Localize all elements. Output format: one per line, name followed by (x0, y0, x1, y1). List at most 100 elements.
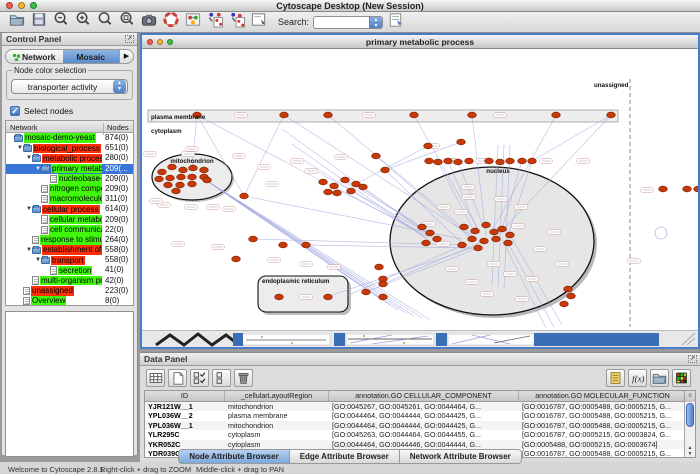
table-row[interactable]: YLR295Ccytoplasm[GO:0045263, GO:0044464,… (145, 430, 695, 440)
tree-row[interactable]: cellular metabol209(0) (6, 215, 133, 225)
network-node[interactable] (496, 159, 505, 165)
open-session-icon[interactable] (8, 11, 26, 28)
network-node[interactable] (189, 165, 198, 171)
network-node[interactable] (454, 159, 463, 165)
network-node[interactable] (468, 112, 477, 118)
network-node[interactable] (465, 158, 474, 164)
network-node[interactable] (506, 232, 515, 238)
network-node[interactable] (176, 182, 185, 188)
network-node[interactable] (607, 112, 616, 118)
tree-row[interactable]: nitrogen compo209(0) (6, 184, 133, 194)
tree-row[interactable]: ▼biological_process651(0) (6, 143, 133, 153)
network-node[interactable] (410, 112, 419, 118)
help-icon[interactable] (162, 11, 180, 28)
import-attributes-icon[interactable] (606, 369, 625, 387)
network-node[interactable] (504, 240, 513, 246)
tree-row[interactable]: ▼cellular process614(0) (6, 204, 133, 214)
zoom-out-icon[interactable] (52, 11, 70, 28)
network-node[interactable] (418, 224, 427, 230)
network-node[interactable] (324, 189, 333, 195)
float-panel-icon[interactable] (125, 35, 134, 43)
edge[interactable] (302, 159, 425, 237)
network-node[interactable] (379, 281, 388, 287)
snapshot-icon[interactable] (140, 11, 158, 28)
edge[interactable] (284, 115, 470, 235)
network-node[interactable] (179, 167, 188, 173)
network-node[interactable] (203, 177, 212, 183)
network-node[interactable] (480, 238, 489, 244)
float-panel-icon[interactable] (688, 355, 697, 363)
network-node[interactable] (422, 240, 431, 246)
tree-row[interactable]: ▼metabolic process280(0) (6, 153, 133, 163)
network-node[interactable] (560, 301, 569, 307)
annotation-icon[interactable] (250, 11, 268, 28)
network-node[interactable] (457, 139, 466, 145)
edge[interactable] (292, 144, 428, 240)
tab-network-attribute-browser[interactable]: Network Attribute Browser (400, 449, 522, 464)
net-minimize-button[interactable] (157, 39, 163, 45)
minimize-button[interactable] (18, 2, 25, 9)
table-row[interactable]: YJR121W__1mitochondrion[GO:0045267, GO:0… (145, 402, 695, 412)
network-window-titlebar[interactable]: primary metabolic process (142, 35, 698, 49)
network-node[interactable] (302, 242, 311, 248)
tab-node-attribute-browser[interactable]: Node Attribute Browser (178, 449, 290, 464)
vizmapper-icon[interactable] (184, 11, 202, 28)
table-row[interactable]: YPL036W__2plasma membrane[GO:0044464, GO… (145, 411, 695, 421)
network-node[interactable] (434, 159, 443, 165)
network-node[interactable] (275, 294, 284, 300)
color-attribute-dropdown[interactable]: transporter activity ▲▼ (11, 79, 128, 94)
background-window-titlebar[interactable] (334, 333, 345, 346)
zoom-in-icon[interactable] (74, 11, 92, 28)
network-node[interactable] (518, 158, 527, 164)
network-node[interactable] (381, 167, 390, 173)
column-header[interactable]: _cellularLayoutRegion (225, 391, 329, 401)
network-node[interactable] (375, 264, 384, 270)
tree-row[interactable]: multi-organism pro42(0) (6, 276, 133, 286)
network-node[interactable] (460, 224, 469, 230)
search-input[interactable] (314, 17, 369, 28)
dropdown-arrows-icon[interactable]: ▲▼ (113, 80, 126, 93)
network-canvas[interactable]: plasma membranecytoplasmmitochondrionnuc… (142, 49, 698, 330)
tree-row[interactable]: unassigned223(0) (6, 286, 133, 296)
network-node[interactable] (492, 236, 501, 242)
network-node[interactable] (694, 186, 698, 192)
scrollbar-thumb[interactable] (686, 403, 694, 427)
new-attribute-icon[interactable] (168, 369, 187, 387)
network-node[interactable] (166, 175, 175, 181)
network-node[interactable] (424, 143, 433, 149)
edge[interactable] (385, 142, 461, 170)
tree-row[interactable]: cell communicat22(0) (6, 225, 133, 235)
network-node[interactable] (158, 169, 167, 175)
network-node[interactable] (362, 289, 371, 295)
network-node[interactable] (490, 229, 499, 235)
network-node[interactable] (155, 176, 164, 182)
network-node[interactable] (425, 158, 434, 164)
more-tabs-button[interactable]: ▶ (119, 50, 133, 63)
network-node[interactable] (372, 153, 381, 159)
network-node[interactable] (347, 188, 356, 194)
network-node[interactable] (506, 158, 515, 164)
network-node[interactable] (319, 179, 328, 185)
network-node[interactable] (341, 177, 350, 183)
save-session-icon[interactable] (30, 11, 48, 28)
network-node[interactable] (433, 236, 442, 242)
function-builder-icon[interactable]: f(x) (628, 369, 647, 387)
tree-row[interactable]: Overview8(0) (6, 296, 133, 306)
network-node[interactable] (485, 158, 494, 164)
network-node[interactable] (379, 294, 388, 300)
column-header[interactable]: ID (145, 391, 225, 401)
network-node[interactable] (200, 167, 209, 173)
network-node[interactable] (552, 112, 561, 118)
network-node[interactable] (324, 294, 333, 300)
attribute-table-icon[interactable] (146, 369, 165, 387)
network-node[interactable] (482, 222, 491, 228)
net-zoom-button[interactable] (167, 39, 173, 45)
tree-row[interactable]: mosaic-demo-yeast874(0) (6, 133, 133, 143)
network-node[interactable] (426, 230, 435, 236)
network-node[interactable] (280, 112, 289, 118)
network-node[interactable] (659, 186, 668, 192)
network-node[interactable] (683, 186, 692, 192)
tab-mosaic[interactable]: Mosaic (63, 50, 120, 63)
network-node[interactable] (468, 236, 477, 242)
network-node[interactable] (359, 184, 368, 190)
